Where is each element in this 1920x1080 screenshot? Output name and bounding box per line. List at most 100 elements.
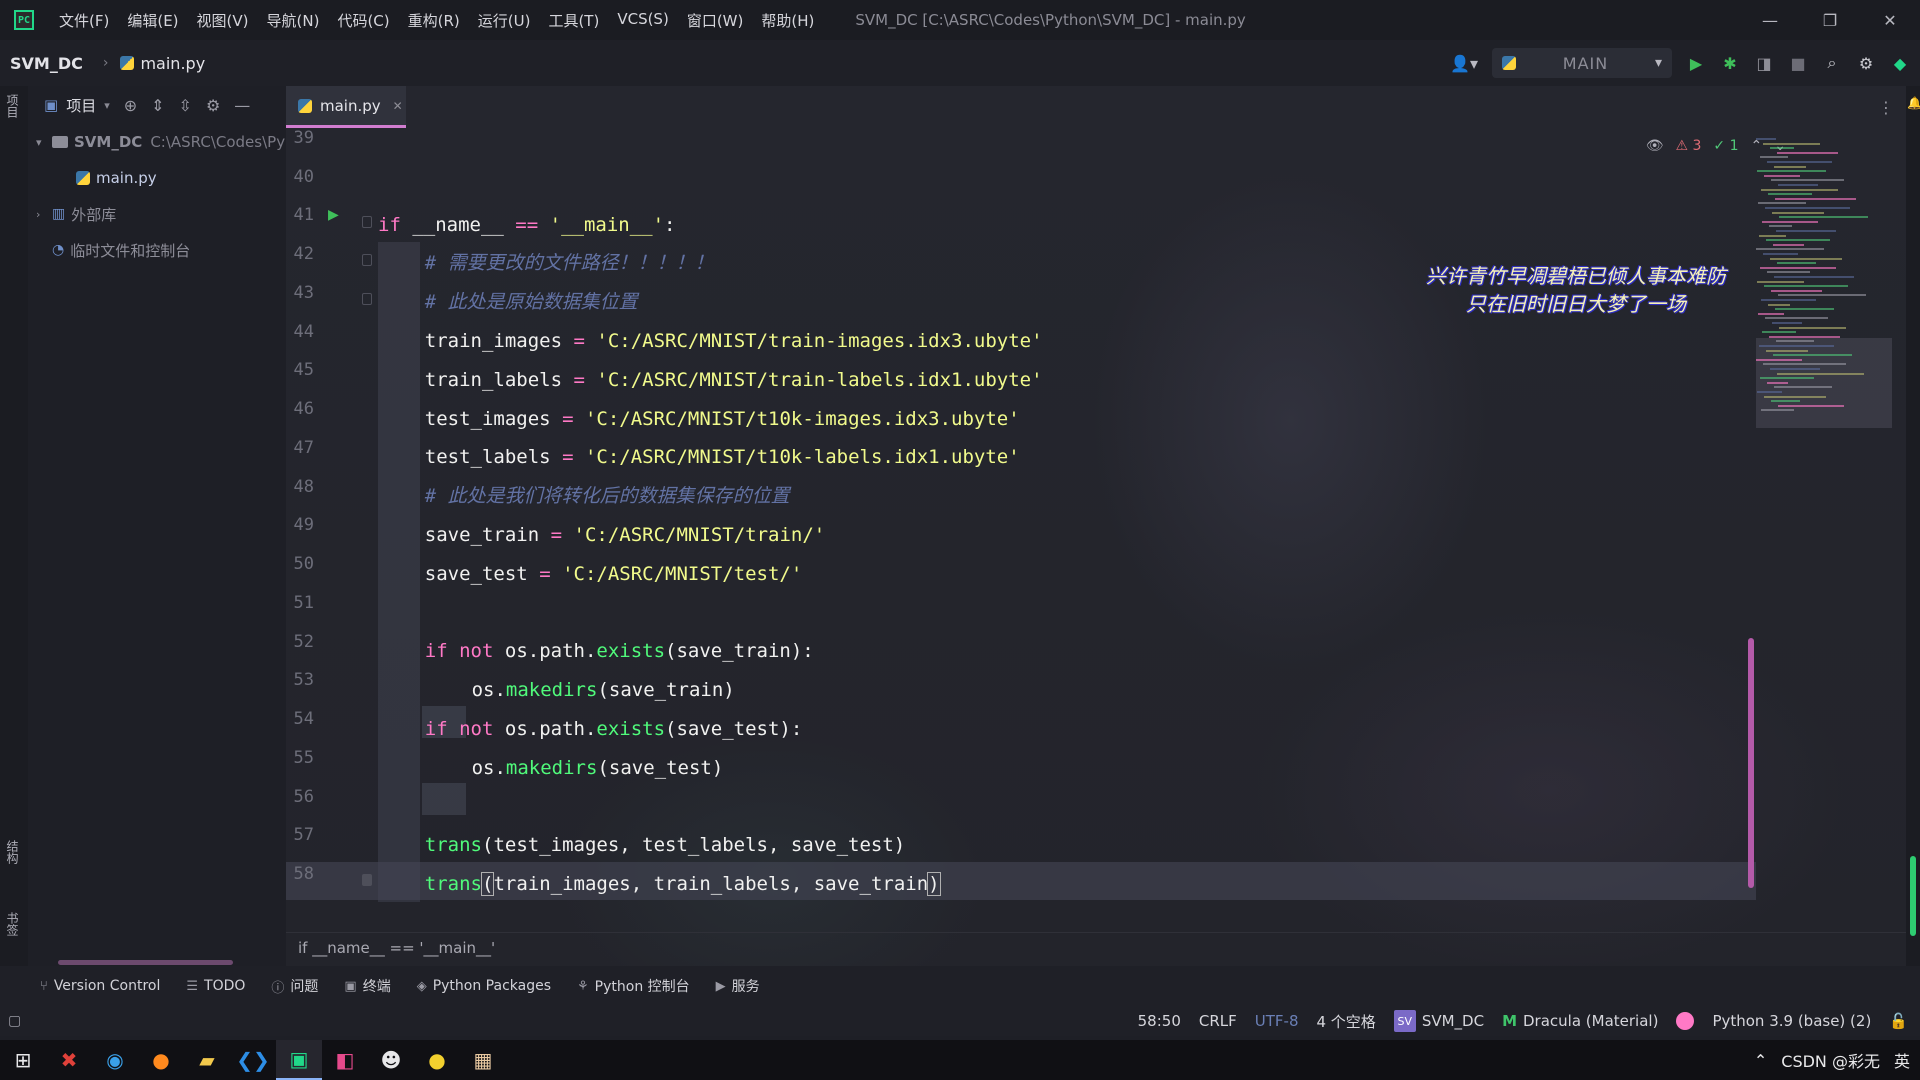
- gear-icon[interactable]: ⚙: [1856, 53, 1876, 73]
- run-gutter-icon[interactable]: ▶: [328, 207, 339, 223]
- menu-refactor[interactable]: 重构(R): [401, 6, 467, 35]
- menu-code[interactable]: 代码(C): [330, 6, 396, 35]
- hide-icon[interactable]: —: [234, 96, 250, 115]
- app-image-icon[interactable]: ▦: [460, 1040, 506, 1080]
- menu-file[interactable]: 文件(F): [52, 6, 116, 35]
- project-view-selector[interactable]: ▣ 项目 ▾: [44, 95, 110, 116]
- menu-edit[interactable]: 编辑(E): [120, 6, 185, 35]
- close-icon[interactable]: ✕: [393, 99, 403, 113]
- code-line[interactable]: train_labels = 'C:/ASRC/MNIST/train-labe…: [425, 361, 1043, 399]
- theme-widget[interactable]: M Dracula (Material): [1502, 1012, 1658, 1030]
- expand-all-icon[interactable]: ⇕: [151, 96, 164, 115]
- menu-view[interactable]: 视图(V): [190, 6, 256, 35]
- gear-icon[interactable]: ⚙: [206, 96, 220, 115]
- checks-count[interactable]: ✓ 1: [1713, 138, 1738, 154]
- tab-structure[interactable]: 结构: [4, 840, 21, 864]
- lock-icon[interactable]: 🔓: [1889, 1012, 1908, 1030]
- menu-tools[interactable]: 工具(T): [541, 6, 606, 35]
- code-line[interactable]: if not os.path.exists(save_train):: [425, 632, 814, 670]
- code-line[interactable]: save_train = 'C:/ASRC/MNIST/train/': [425, 516, 825, 554]
- user-icon[interactable]: 👤▾: [1450, 54, 1478, 73]
- horizontal-scrollbar[interactable]: [58, 960, 233, 965]
- windows-start-icon[interactable]: ⊞: [0, 1040, 46, 1080]
- tab-main-py[interactable]: main.py ✕: [286, 86, 406, 128]
- code-area[interactable]: if __name__ == '__main__': # 需要更改的文件路径！！！…: [378, 128, 1678, 918]
- code-line[interactable]: os.makedirs(save_test): [472, 749, 724, 787]
- tab-problems[interactable]: ⓘ 问题: [271, 976, 318, 996]
- code-line[interactable]: if not os.path.exists(save_test):: [425, 710, 803, 748]
- restore-icon[interactable]: ❐: [1800, 0, 1860, 40]
- debug-icon[interactable]: ✱: [1720, 53, 1740, 73]
- run-config-selector[interactable]: MAIN ▾: [1492, 48, 1672, 78]
- app-yellow-icon[interactable]: ●: [414, 1040, 460, 1080]
- code-line[interactable]: train_images = 'C:/ASRC/MNIST/train-imag…: [425, 322, 1043, 360]
- file-explorer-icon[interactable]: ▰: [184, 1040, 230, 1080]
- xmind-icon[interactable]: ✖: [46, 1040, 92, 1080]
- pycharm-taskbar-icon[interactable]: ▣: [276, 1040, 322, 1080]
- breadcrumb-file[interactable]: main.py: [120, 54, 205, 73]
- code-line[interactable]: test_labels = 'C:/ASRC/MNIST/t10k-labels…: [425, 438, 1020, 476]
- vertical-scrollbar[interactable]: [1748, 638, 1754, 888]
- run-icon[interactable]: ▶: [1686, 53, 1706, 73]
- chevron-up-icon[interactable]: ⌃: [1754, 1051, 1767, 1070]
- search-icon[interactable]: ⌕: [1822, 53, 1842, 73]
- file-encoding[interactable]: UTF-8: [1255, 1012, 1299, 1030]
- close-icon[interactable]: ✕: [1860, 0, 1920, 40]
- tab-python-console[interactable]: ⚘ Python 控制台: [577, 976, 690, 996]
- minimize-icon[interactable]: —: [1740, 0, 1800, 40]
- input-language[interactable]: 英: [1894, 1048, 1910, 1072]
- project-widget[interactable]: SV SVM_DC: [1393, 1010, 1484, 1032]
- accent-color-icon[interactable]: [1676, 1012, 1695, 1030]
- code-line[interactable]: save_test = 'C:/ASRC/MNIST/test/': [425, 555, 803, 593]
- caret-position[interactable]: 58:50: [1138, 1012, 1181, 1030]
- tab-services[interactable]: ▶ 服务: [716, 976, 760, 996]
- notifications-icon[interactable]: 🔔: [1907, 96, 1920, 110]
- python-interpreter[interactable]: Python 3.9 (base) (2): [1712, 1012, 1871, 1030]
- code-line[interactable]: os.makedirs(save_train): [472, 671, 735, 709]
- fold-icon[interactable]: [362, 216, 372, 228]
- menu-navigate[interactable]: 导航(N): [260, 6, 327, 35]
- qq-icon[interactable]: ☻: [368, 1040, 414, 1080]
- code-line[interactable]: trans(train_images, train_labels, save_t…: [425, 865, 941, 903]
- code-line[interactable]: # 需要更改的文件路径！！！！！: [425, 244, 714, 282]
- collapse-all-icon[interactable]: ⇳: [179, 96, 192, 115]
- tab-terminal[interactable]: ▣ 终端: [344, 976, 390, 996]
- warnings-count[interactable]: ⚠ 3: [1675, 138, 1701, 154]
- browser-icon[interactable]: ◉: [92, 1040, 138, 1080]
- firefox-icon[interactable]: ●: [138, 1040, 184, 1080]
- tab-python-packages[interactable]: ◈ Python Packages: [417, 978, 551, 994]
- code-line[interactable]: if __name__ == '__main__':: [378, 206, 675, 244]
- jetbrains-icon[interactable]: ◧: [322, 1040, 368, 1080]
- tree-item-main-py[interactable]: main.py: [28, 160, 286, 196]
- menu-run[interactable]: 运行(U): [471, 6, 538, 35]
- menu-vcs[interactable]: VCS(S): [610, 6, 675, 35]
- tab-todo[interactable]: ☰ TODO: [186, 978, 245, 994]
- chevron-down-icon[interactable]: ▾: [36, 136, 52, 149]
- coverage-icon[interactable]: ◨: [1754, 53, 1774, 73]
- menu-window[interactable]: 窗口(W): [680, 6, 751, 35]
- jetbrains-toolbox-icon[interactable]: ◆: [1890, 53, 1910, 73]
- breadcrumb-project[interactable]: SVM_DC: [10, 54, 83, 73]
- tab-bookmarks[interactable]: 书签: [4, 912, 21, 936]
- code-breadcrumb[interactable]: if __name__ == '__main__': [286, 932, 1906, 962]
- tree-item-external-libraries[interactable]: › ▥ 外部库: [28, 196, 286, 232]
- code-line[interactable]: # 此处是原始数据集位置: [425, 283, 638, 321]
- code-line[interactable]: test_images = 'C:/ASRC/MNIST/t10k-images…: [425, 400, 1020, 438]
- more-vertical-icon[interactable]: ⋮: [1878, 98, 1894, 117]
- tab-version-control[interactable]: ⑂ Version Control: [40, 978, 160, 994]
- fold-icon[interactable]: [362, 293, 372, 305]
- tree-item-scratches[interactable]: ◔ 临时文件和控制台: [28, 232, 286, 268]
- vscode-icon[interactable]: ❮❯: [230, 1040, 276, 1080]
- chevron-right-icon[interactable]: ›: [36, 208, 52, 221]
- menu-help[interactable]: 帮助(H): [754, 6, 821, 35]
- code-minimap[interactable]: [1756, 138, 1892, 428]
- tree-item-project-root[interactable]: ▾ SVM_DC C:\ASRC\Codes\Py: [28, 124, 286, 160]
- locate-icon[interactable]: ⊕: [124, 96, 137, 115]
- line-separator[interactable]: CRLF: [1199, 1012, 1237, 1030]
- stop-icon[interactable]: ■: [1788, 53, 1808, 73]
- tab-project[interactable]: 项目: [4, 94, 21, 118]
- toggle-tool-windows-icon[interactable]: ▢: [8, 1013, 21, 1029]
- fold-icon[interactable]: [362, 874, 372, 886]
- code-line[interactable]: trans(test_images, test_labels, save_tes…: [425, 826, 905, 864]
- code-line[interactable]: # 此处是我们将转化后的数据集保存的位置: [425, 477, 790, 515]
